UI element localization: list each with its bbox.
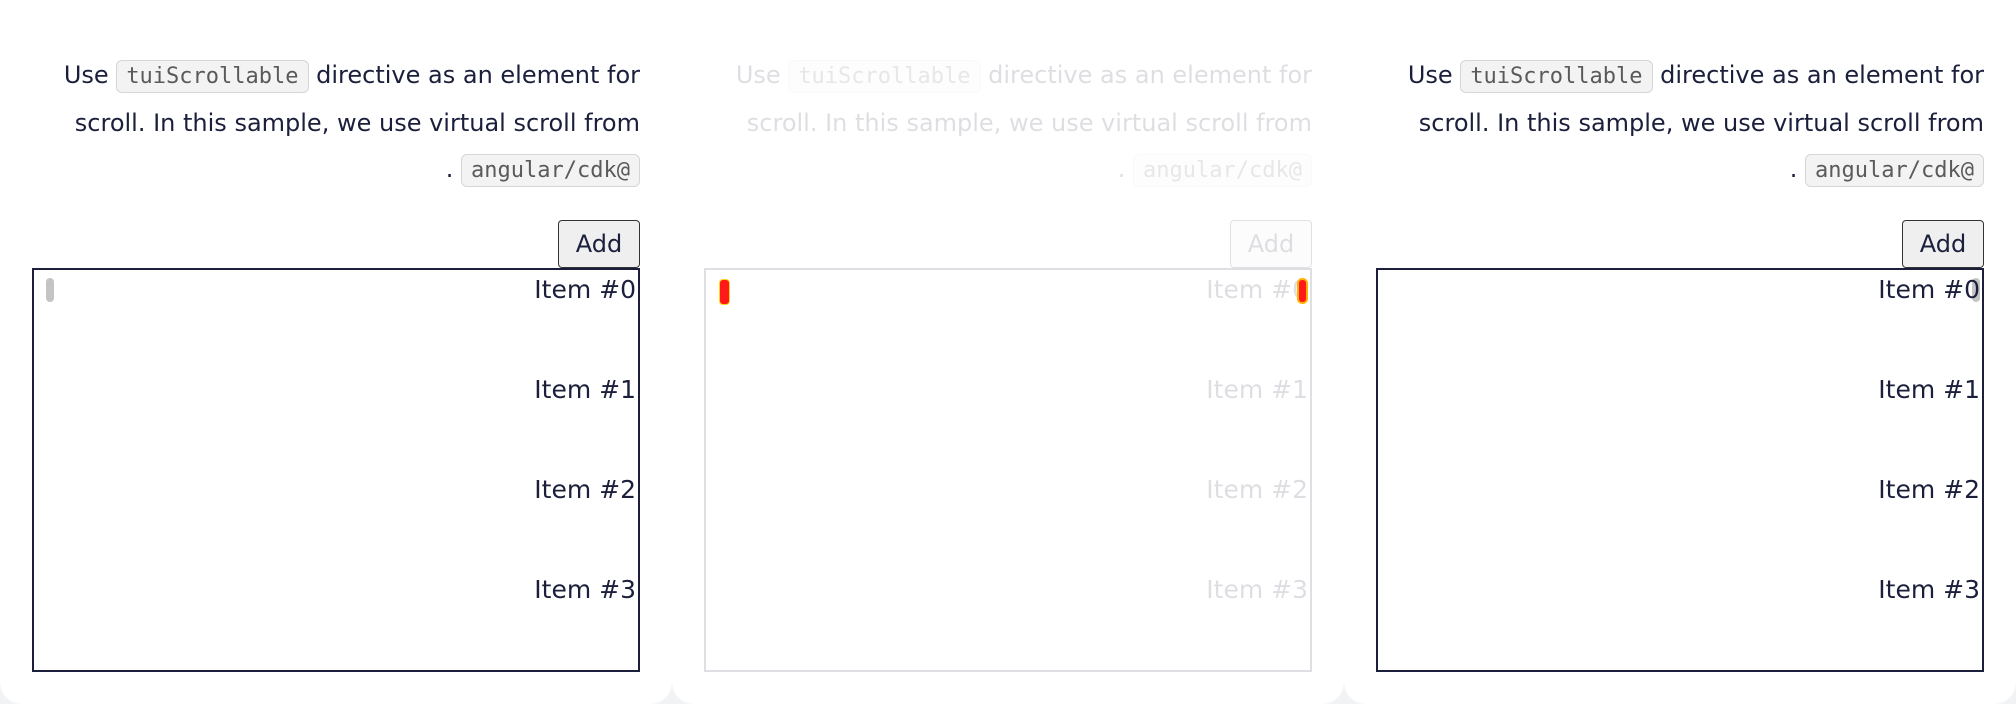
list-item: Item #1	[1206, 375, 1308, 404]
directive-code: tuiScrollable	[116, 60, 309, 93]
description: Use tuiScrollable directive as an elemen…	[32, 52, 640, 194]
directive-code: tuiScrollable	[788, 60, 981, 93]
list-item: Item #3	[1878, 575, 1980, 604]
list-item: Item #1	[1878, 375, 1980, 404]
demo-panel-1: Use tuiScrollable directive as an elemen…	[0, 0, 672, 704]
desc-prefix: Use	[63, 61, 109, 89]
scroll-viewport[interactable]: Item #0 Item #1 Item #2 Item #3	[704, 268, 1312, 672]
highlight-marker	[720, 280, 729, 304]
package-code: angular/cdk@	[1805, 154, 1984, 187]
add-button[interactable]: Add	[1230, 220, 1312, 268]
desc-period: .	[1117, 155, 1126, 183]
package-code: angular/cdk@	[461, 154, 640, 187]
list-item: Item #1	[534, 375, 636, 404]
desc-period: .	[1789, 155, 1798, 183]
description: Use tuiScrollable directive as an elemen…	[704, 52, 1312, 194]
add-button[interactable]: Add	[558, 220, 640, 268]
list-item: Item #2	[534, 475, 636, 504]
list-item: Item #0	[534, 275, 636, 304]
scrollbar-thumb[interactable]	[46, 278, 54, 302]
desc-prefix: Use	[1407, 61, 1453, 89]
list-item: Item #0	[1878, 275, 1980, 304]
package-code: angular/cdk@	[1133, 154, 1312, 187]
list-item: Item #2	[1878, 475, 1980, 504]
scroll-viewport[interactable]: Item #0 Item #1 Item #2 Item #3	[32, 268, 640, 672]
list-item: Item #3	[1206, 575, 1308, 604]
demo-panel-2: Use tuiScrollable directive as an elemen…	[672, 0, 1344, 704]
list-item: Item #2	[1206, 475, 1308, 504]
add-button[interactable]: Add	[1902, 220, 1984, 268]
desc-period: .	[445, 155, 454, 183]
description: Use tuiScrollable directive as an elemen…	[1376, 52, 1984, 194]
directive-code: tuiScrollable	[1460, 60, 1653, 93]
desc-prefix: Use	[735, 61, 781, 89]
demo-panel-3: Use tuiScrollable directive as an elemen…	[1344, 0, 2016, 704]
list-item: Item #0	[1206, 275, 1308, 304]
highlight-marker	[1299, 280, 1306, 302]
scroll-viewport[interactable]: Item #0 Item #1 Item #2 Item #3	[1376, 268, 1984, 672]
list-item: Item #3	[534, 575, 636, 604]
